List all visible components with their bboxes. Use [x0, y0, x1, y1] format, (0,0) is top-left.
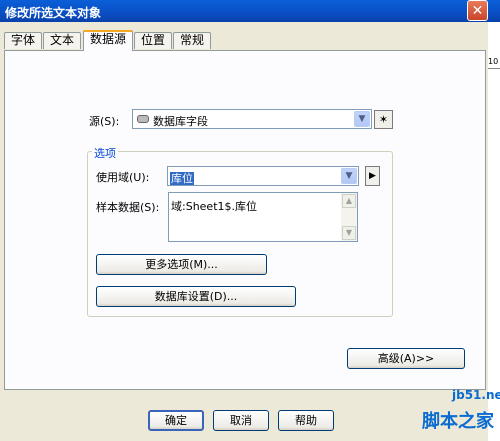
use-field-value: 库位: [170, 172, 194, 185]
wizard-wand-button[interactable]: ✶: [374, 110, 393, 129]
source-value: 数据库字段: [153, 115, 208, 128]
window-title: 修改所选文本对象: [5, 6, 102, 20]
source-label: 源(S):: [89, 115, 120, 128]
sample-data-label: 样本数据(S):: [96, 201, 160, 214]
tab-font[interactable]: 字体: [4, 32, 42, 49]
source-select[interactable]: 数据库字段 ▼: [132, 109, 372, 129]
database-settings-button[interactable]: 数据库设置(D)...: [96, 286, 296, 307]
scroll-down-icon[interactable]: ▼: [342, 226, 356, 240]
more-options-button[interactable]: 更多选项(M)...: [96, 254, 267, 275]
database-icon: [137, 115, 149, 123]
sample-data-value: 域:Sheet1$.库位: [171, 200, 258, 213]
title-bar: 修改所选文本对象 ✕: [0, 0, 500, 22]
watermark-url: jb51.net: [452, 388, 500, 402]
tab-text[interactable]: 文本: [43, 32, 81, 49]
ruler-label: 10: [488, 56, 500, 69]
sample-scrollbar[interactable]: ▲ ▼: [341, 193, 357, 241]
chevron-down-icon[interactable]: ▼: [354, 111, 370, 127]
sample-data-box[interactable]: 域:Sheet1$.库位 ▲ ▼: [168, 192, 358, 242]
close-button[interactable]: ✕: [467, 0, 488, 21]
ok-button[interactable]: 确定: [148, 410, 204, 431]
insert-field-button[interactable]: ▶: [365, 166, 380, 186]
use-field-select[interactable]: 库位 ▼: [167, 166, 359, 186]
tab-position[interactable]: 位置: [134, 32, 172, 49]
play-arrow-icon: ▶: [369, 171, 376, 181]
watermark-name: 脚本之家: [422, 411, 494, 432]
cancel-button[interactable]: 取消: [213, 410, 269, 431]
chevron-down-icon[interactable]: ▼: [341, 168, 357, 184]
options-group-title: 选项: [92, 145, 118, 161]
watermark: jb51.net 脚本之家: [394, 383, 500, 441]
use-field-label: 使用域(U):: [96, 171, 150, 184]
advanced-button[interactable]: 高级(A)>>: [347, 348, 465, 369]
magic-wand-icon: ✶: [378, 113, 389, 126]
tab-datasource[interactable]: 数据源: [83, 30, 133, 51]
background-window-strip: 10: [488, 22, 500, 441]
close-icon: ✕: [471, 3, 484, 19]
tab-general[interactable]: 常规: [173, 32, 211, 49]
help-button[interactable]: 帮助: [278, 410, 334, 431]
scroll-up-icon[interactable]: ▲: [342, 194, 356, 208]
